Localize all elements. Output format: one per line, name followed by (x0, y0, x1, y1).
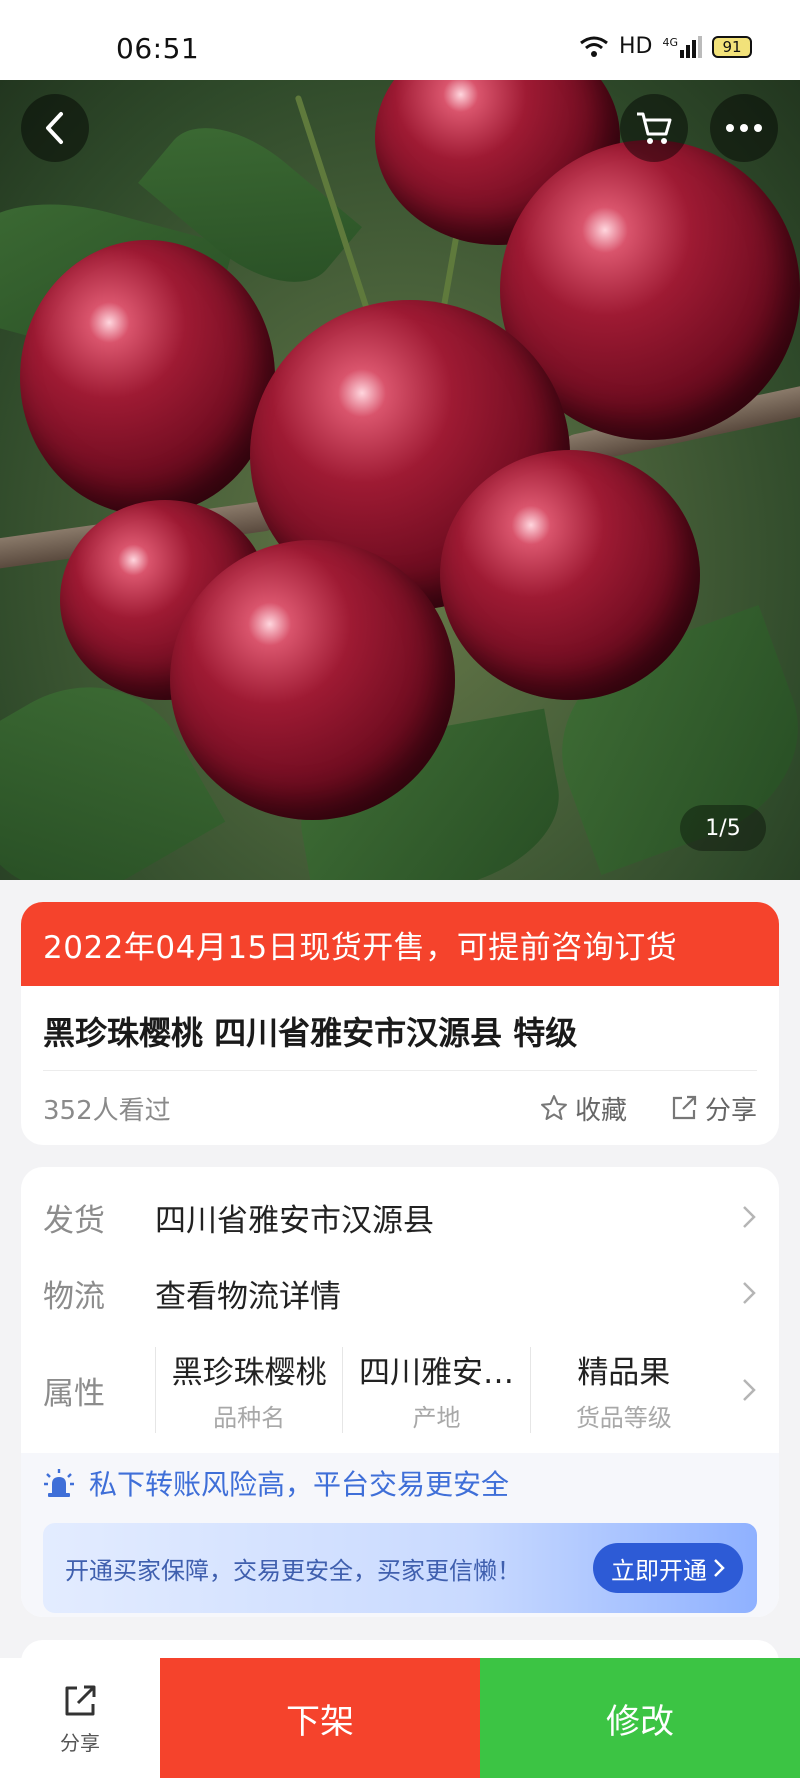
attributes-row[interactable]: 属性 黑珍珠樱桃 品种名 四川雅安… 产地 精品果 货品等级 (43, 1345, 757, 1435)
logistics-label: 物流 (43, 1278, 105, 1315)
attribute-key: 品种名 (213, 1404, 286, 1432)
attribute-value: 精品果 (577, 1355, 671, 1391)
status-time: 06:51 (116, 32, 200, 65)
attributes-label: 属性 (43, 1375, 105, 1412)
battery-icon: 91 (712, 35, 752, 58)
signal-icon: 4G (662, 35, 702, 58)
sale-date-banner: 2022年04月15日现货开售，可提前咨询订货 (21, 902, 779, 986)
chevron-right-icon (743, 1282, 756, 1304)
bottom-share-label: 分享 (60, 1730, 100, 1755)
chevron-right-icon (743, 1206, 756, 1228)
view-count: 352人看过 (43, 1095, 171, 1126)
product-details-card: 发货 四川省雅安市汉源县 物流 查看物流详情 属性 黑珍珠樱桃 品种名 四川雅安… (21, 1167, 779, 1617)
bottom-share-button[interactable]: 分享 (0, 1658, 160, 1778)
attribute-value: 四川雅安… (358, 1355, 514, 1391)
shipping-row[interactable]: 发货 四川省雅安市汉源县 (43, 1189, 757, 1245)
more-icon (726, 124, 762, 132)
status-icons: HD 4G 91 (579, 34, 752, 59)
safety-section: 私下转账风险高，平台交易更安全 开通买家保障，交易更安全，买家更信懒！ 立即开通 (21, 1453, 779, 1617)
cart-icon (637, 112, 672, 144)
status-bar: 06:51 HD 4G 91 (0, 0, 800, 80)
cart-button[interactable] (620, 94, 688, 162)
activate-protection-button[interactable]: 立即开通 (593, 1543, 743, 1593)
product-meta-row: 352人看过 收藏 分享 (21, 1071, 779, 1145)
product-photo (0, 80, 800, 880)
edit-button[interactable]: 修改 (480, 1658, 800, 1778)
buyer-protection-banner[interactable]: 开通买家保障，交易更安全，买家更信懒！ 立即开通 (43, 1523, 757, 1613)
attribute-key: 产地 (412, 1404, 461, 1432)
logistics-row[interactable]: 物流 查看物流详情 (43, 1265, 757, 1321)
signal-label: 4G (662, 35, 678, 49)
network-type-label: HD (618, 34, 653, 59)
safety-warning: 私下转账风险高，平台交易更安全 (43, 1463, 509, 1503)
alarm-icon (44, 1469, 74, 1497)
attributes-list: 黑珍珠樱桃 品种名 四川雅安… 产地 精品果 货品等级 (155, 1347, 757, 1433)
product-title: 黑珍珠樱桃 四川省雅安市汉源县 特级 (43, 1014, 578, 1052)
share-button[interactable]: 分享 (669, 1090, 757, 1127)
attribute-key: 货品等级 (575, 1404, 672, 1432)
attribute-item: 黑珍珠樱桃 品种名 (155, 1347, 342, 1433)
favorite-button[interactable]: 收藏 (539, 1090, 627, 1127)
activate-protection-label: 立即开通 (611, 1556, 707, 1585)
back-button[interactable] (21, 94, 89, 162)
product-image-carousel[interactable]: 1/5 (0, 80, 800, 880)
promo-text: 开通买家保障，交易更安全，买家更信懒！ (65, 1556, 521, 1585)
shipping-label: 发货 (43, 1202, 105, 1239)
product-summary-card: 2022年04月15日现货开售，可提前咨询订货 黑珍珠樱桃 四川省雅安市汉源县 … (21, 902, 779, 1145)
meta-actions: 收藏 分享 (539, 1090, 757, 1127)
logistics-value: 查看物流详情 (155, 1278, 341, 1315)
star-icon (540, 1095, 567, 1120)
attribute-item: 四川雅安… 产地 (342, 1347, 529, 1433)
chevron-right-icon (743, 1379, 756, 1401)
share-icon (672, 1095, 697, 1120)
delist-button[interactable]: 下架 (160, 1658, 480, 1778)
attribute-value: 黑珍珠樱桃 (171, 1355, 327, 1391)
chevron-left-icon (46, 112, 63, 144)
safety-warning-text: 私下转账风险高，平台交易更安全 (89, 1468, 510, 1501)
more-button[interactable] (710, 94, 778, 162)
chevron-right-icon (714, 1559, 725, 1577)
share-icon (65, 1685, 96, 1715)
bottom-action-bar: 分享 下架 修改 (0, 1658, 800, 1778)
wifi-icon (580, 36, 608, 57)
shipping-value: 四川省雅安市汉源县 (155, 1202, 434, 1239)
share-label: 分享 (704, 1095, 757, 1126)
attribute-item: 精品果 货品等级 (529, 1347, 717, 1433)
image-page-indicator: 1/5 (680, 805, 766, 851)
favorite-label: 收藏 (574, 1095, 627, 1126)
